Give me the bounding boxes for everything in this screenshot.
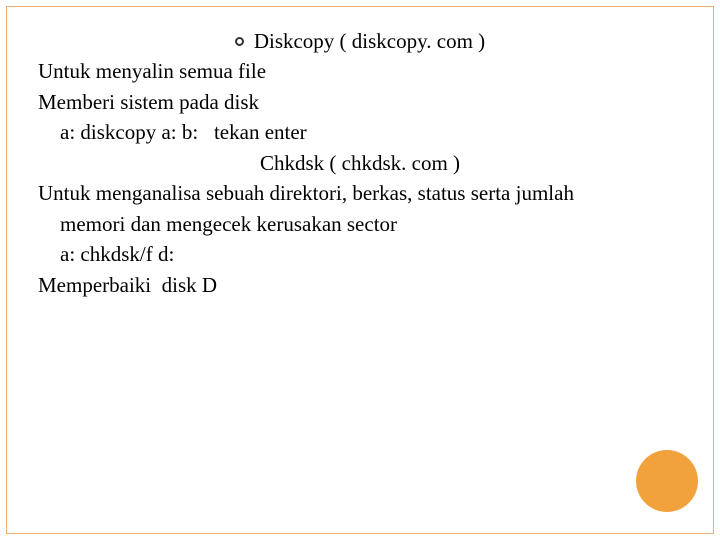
text-line: Untuk menganalisa sebuah direktori, berk…	[38, 178, 682, 208]
decorative-circle	[636, 450, 698, 512]
heading-chkdsk-text: Chkdsk ( chkdsk. com )	[260, 148, 460, 178]
heading-chkdsk: Chkdsk ( chkdsk. com )	[38, 148, 682, 178]
bullet-icon	[235, 37, 244, 46]
text-line: Memberi sistem pada disk	[38, 87, 682, 117]
heading-diskcopy: Diskcopy ( diskcopy. com )	[38, 26, 682, 56]
text-line: Memperbaiki disk D	[38, 270, 682, 300]
text-line: a: chkdsk/f d:	[38, 239, 682, 269]
text-line: memori dan mengecek kerusakan sector	[38, 209, 682, 239]
slide-content: Diskcopy ( diskcopy. com ) Untuk menyali…	[38, 26, 682, 300]
text-line: Untuk menyalin semua file	[38, 56, 682, 86]
text-line: a: diskcopy a: b: tekan enter	[38, 117, 682, 147]
heading-diskcopy-text: Diskcopy ( diskcopy. com )	[254, 26, 485, 56]
